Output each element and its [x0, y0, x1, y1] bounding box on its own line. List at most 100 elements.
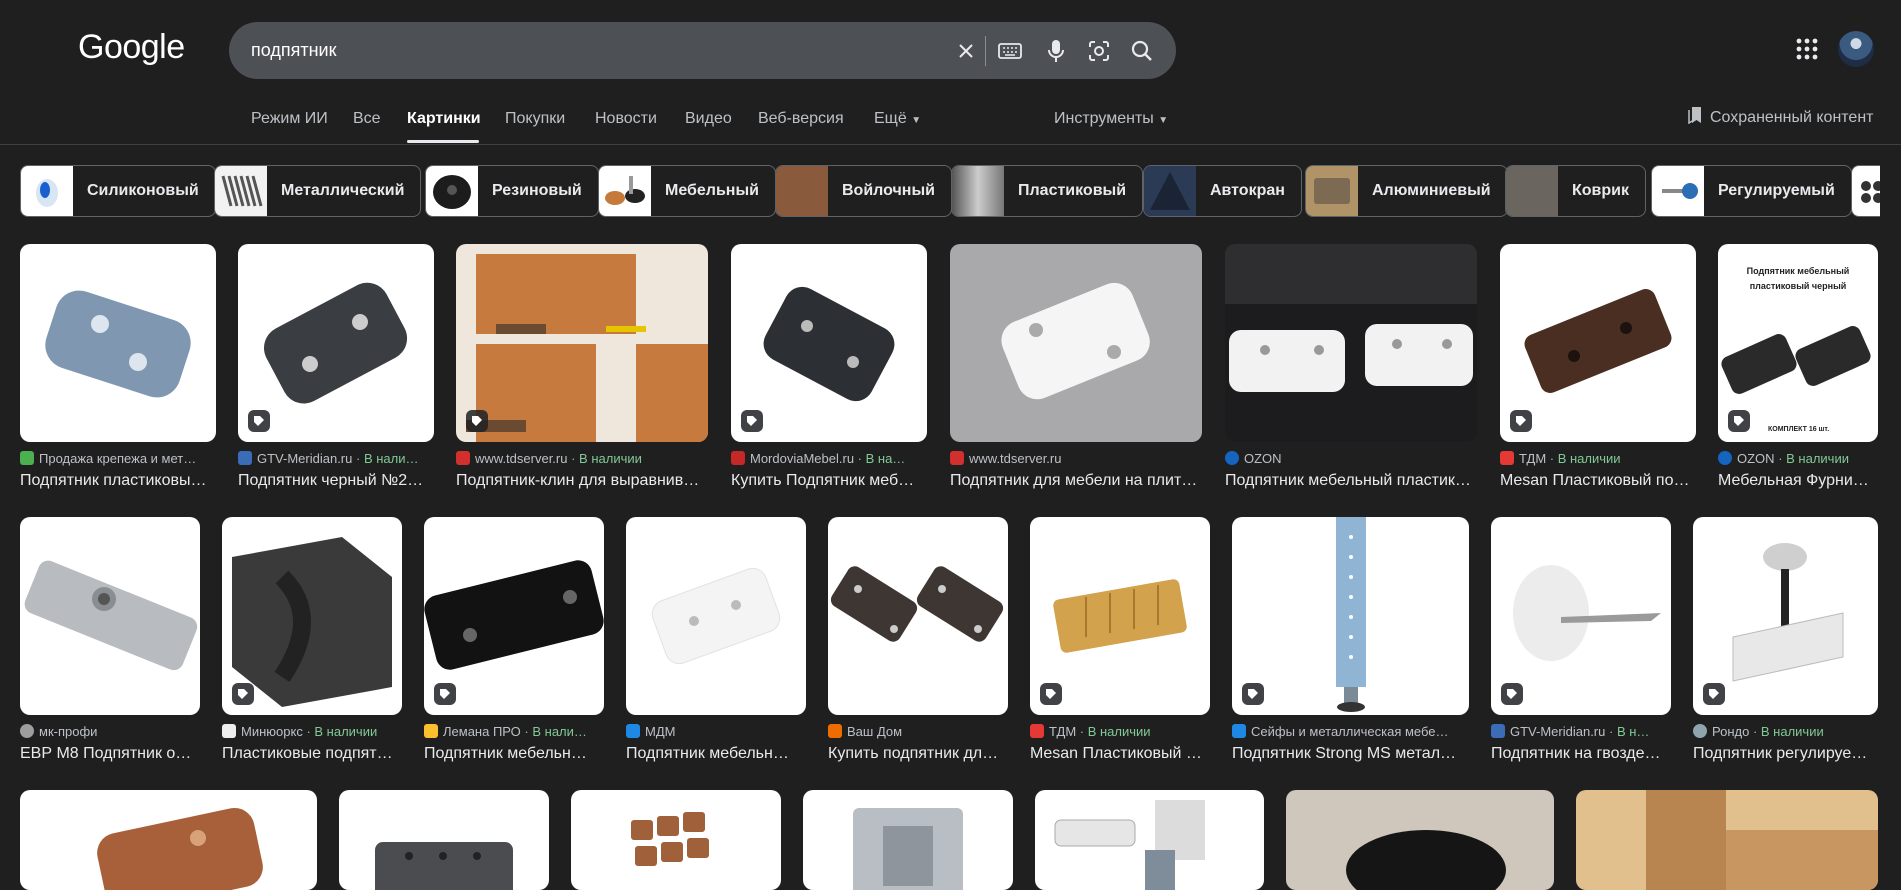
result-thumbnail[interactable]: [238, 244, 434, 442]
result-title[interactable]: Подпятник черный №2…: [238, 472, 434, 490]
microphone-icon[interactable]: [1041, 36, 1071, 66]
result-thumbnail[interactable]: [828, 517, 1008, 715]
result-thumbnail[interactable]: [20, 790, 317, 890]
result-title[interactable]: Мебельная Фурни…: [1718, 472, 1878, 490]
tab-more[interactable]: Ещё ▼: [874, 110, 921, 128]
result-title[interactable]: Подпятник для мебели на плит…: [950, 472, 1202, 490]
result-thumbnail[interactable]: [571, 790, 781, 890]
result-thumbnail[interactable]: [1491, 517, 1671, 715]
result-thumbnail[interactable]: [1030, 517, 1210, 715]
google-logo[interactable]: Google: [78, 28, 185, 67]
result-thumbnail[interactable]: [339, 790, 549, 890]
result-thumbnail[interactable]: [1232, 517, 1469, 715]
result-title[interactable]: Купить Подпятник меб…: [731, 472, 927, 490]
shopping-tag-icon: [434, 683, 456, 705]
result-thumbnail[interactable]: [1286, 790, 1554, 890]
result-title[interactable]: Подпятник Strong MS метал…: [1232, 745, 1469, 763]
account-avatar[interactable]: [1838, 31, 1874, 67]
tab-news[interactable]: Новости: [595, 110, 657, 128]
chip-aluminum[interactable]: Алюминиевый: [1305, 165, 1508, 217]
search-input[interactable]: подпятник: [251, 40, 336, 61]
result-title[interactable]: Подпятник-клин для выравнив…: [456, 472, 708, 490]
tab-web[interactable]: Веб-версия: [758, 110, 844, 128]
result-title[interactable]: Пластиковые подпят…: [222, 745, 402, 763]
source-name: www.tdserver.ru: [475, 451, 568, 466]
result-title[interactable]: ЕВР М8 Подпятник о…: [20, 745, 200, 763]
result-source[interactable]: Лемана ПРО · В нали…: [424, 724, 604, 739]
tools-button[interactable]: Инструменты ▼: [1054, 110, 1168, 128]
chip-plastic[interactable]: Пластиковый: [951, 165, 1144, 217]
result-title[interactable]: Подпятник на гвозде…: [1491, 745, 1671, 763]
result-source[interactable]: GTV-Meridian.ru · В н…: [1491, 724, 1671, 739]
result-thumbnail[interactable]: [803, 790, 1013, 890]
tab-all[interactable]: Все: [353, 110, 381, 128]
tab-shopping[interactable]: Покупки: [505, 110, 565, 128]
result-title[interactable]: Подпятник мебельн…: [424, 745, 604, 763]
result-thumbnail[interactable]: [424, 517, 604, 715]
result-source[interactable]: ТДМ · В наличии: [1500, 451, 1696, 466]
result-thumbnail[interactable]: [731, 244, 927, 442]
result-title[interactable]: Подпятник регулируе…: [1693, 745, 1878, 763]
tab-images[interactable]: Картинки: [407, 110, 481, 128]
result-source[interactable]: OZON · В наличии: [1718, 451, 1878, 466]
result-source[interactable]: MordoviaMebel.ru · В на…: [731, 451, 927, 466]
result-thumbnail[interactable]: [20, 517, 200, 715]
result-source[interactable]: Сейфы и металлическая мебе…: [1232, 724, 1469, 739]
chip-rubber[interactable]: Резиновый: [425, 165, 599, 217]
result-title[interactable]: Подпятник пластиковы…: [20, 472, 216, 490]
search-box[interactable]: подпятник: [229, 22, 1176, 79]
chip-silicone[interactable]: Силиконовый: [20, 165, 216, 217]
search-icon[interactable]: [1127, 36, 1157, 66]
lens-camera-icon[interactable]: [1084, 36, 1114, 66]
result-title[interactable]: Mesan Пластиковый по…: [1500, 472, 1696, 490]
shopping-tag-icon: [1501, 683, 1523, 705]
apps-grid-icon[interactable]: [1795, 37, 1819, 61]
chip-mat[interactable]: Коврик: [1505, 165, 1646, 217]
result-thumbnail[interactable]: Подпятник мебельный пластиковый черный К…: [1718, 244, 1878, 442]
result-thumbnail[interactable]: [222, 517, 402, 715]
result-source[interactable]: GTV-Meridian.ru · В нали…: [238, 451, 434, 466]
result-title[interactable]: Купить подпятник дл…: [828, 745, 1008, 763]
favicon-icon: [828, 724, 842, 738]
result-thumbnail[interactable]: [950, 244, 1202, 442]
tab-ai-mode[interactable]: Режим ИИ: [251, 110, 328, 128]
result-thumbnail[interactable]: [456, 244, 708, 442]
result-source[interactable]: мк-профи: [20, 724, 200, 739]
result-thumbnail[interactable]: [626, 517, 806, 715]
source-name: Минюоркс: [241, 724, 303, 739]
chip-crane[interactable]: Автокран: [1143, 165, 1302, 217]
result-source[interactable]: www.tdserver.ru · В наличии: [456, 451, 708, 466]
result-source[interactable]: OZON: [1225, 451, 1477, 466]
chip-felt[interactable]: Войлочный: [775, 165, 952, 217]
shopping-tag-icon: [741, 410, 763, 432]
chip-metal[interactable]: Металлический: [214, 165, 422, 217]
tab-videos[interactable]: Видео: [685, 110, 732, 128]
chip-more[interactable]: [1851, 165, 1880, 217]
result-source[interactable]: Минюоркс · В наличии: [222, 724, 402, 739]
result-source[interactable]: Продажа крепежа и мет…: [20, 451, 216, 466]
result-source[interactable]: ТДМ · В наличии: [1030, 724, 1210, 739]
chip-furniture[interactable]: Мебельный: [598, 165, 776, 217]
chip-label: Резиновый: [492, 182, 582, 199]
shopping-tag-icon: [1703, 683, 1725, 705]
chip-adjustable[interactable]: Регулируемый: [1651, 165, 1852, 217]
keyboard-icon[interactable]: [995, 36, 1025, 66]
result-title[interactable]: Подпятник мебельный пластик…: [1225, 472, 1477, 490]
saved-content-link[interactable]: Сохраненный контент: [1688, 106, 1873, 129]
result-thumbnail[interactable]: [1225, 244, 1477, 442]
result-source[interactable]: Ваш Дом: [828, 724, 1008, 739]
result-title[interactable]: Подпятник мебельн…: [626, 745, 806, 763]
result-source[interactable]: Рондо · В наличии: [1693, 724, 1878, 739]
result-source[interactable]: МДМ: [626, 724, 806, 739]
chip-thumbnail: [1144, 166, 1196, 216]
result-thumbnail[interactable]: [1693, 517, 1878, 715]
result-title[interactable]: Mesan Пластиковый …: [1030, 745, 1210, 763]
clear-icon[interactable]: [951, 36, 981, 66]
result-thumbnail[interactable]: [1576, 790, 1878, 890]
favicon-icon: [20, 724, 34, 738]
result-thumbnail[interactable]: [1500, 244, 1696, 442]
result-thumbnail[interactable]: [1035, 790, 1264, 890]
result-source[interactable]: www.tdserver.ru: [950, 451, 1202, 466]
favicon-icon: [1500, 451, 1514, 465]
result-thumbnail[interactable]: [20, 244, 216, 442]
